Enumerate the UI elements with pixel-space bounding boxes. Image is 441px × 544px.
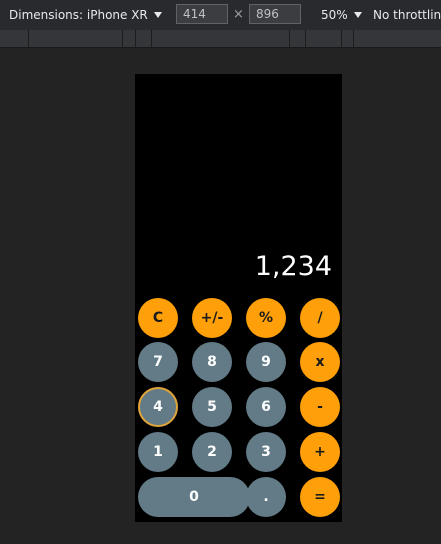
device-dimensions-dropdown[interactable]: Dimensions: iPhone XR xyxy=(9,0,162,30)
add-button[interactable]: + xyxy=(300,432,340,472)
media-query-ruler xyxy=(0,30,441,48)
zoom-dropdown[interactable]: 50% xyxy=(321,0,362,30)
zoom-label: 50% xyxy=(321,8,348,22)
digit-6-button[interactable]: 6 xyxy=(246,387,286,427)
ruler-tick xyxy=(122,30,123,48)
ruler-tick xyxy=(341,30,342,48)
device-viewport: 1,234 C +/- % / 7 8 9 x 4 5 6 - 1 2 3 + … xyxy=(135,74,342,522)
digit-5-button[interactable]: 5 xyxy=(192,387,232,427)
throttling-label: No throttlin xyxy=(373,8,441,22)
caret-down-icon xyxy=(153,12,162,18)
digit-3-button[interactable]: 3 xyxy=(246,432,286,472)
equals-button[interactable]: = xyxy=(300,477,340,517)
ruler-tick xyxy=(353,30,354,48)
ruler-tick xyxy=(151,30,152,48)
digit-7-button[interactable]: 7 xyxy=(138,342,178,382)
decimal-button[interactable]: . xyxy=(246,477,286,517)
throttling-dropdown[interactable]: No throttlin xyxy=(373,0,441,30)
divide-button[interactable]: / xyxy=(300,298,340,338)
digit-9-button[interactable]: 9 xyxy=(246,342,286,382)
digit-8-button[interactable]: 8 xyxy=(192,342,232,382)
devtools-device-toolbar: Dimensions: iPhone XR 414 × 896 50% No t… xyxy=(0,0,441,30)
digit-1-button[interactable]: 1 xyxy=(138,432,178,472)
multiply-button[interactable]: x xyxy=(300,342,340,382)
calculator-display: 1,234 xyxy=(254,251,332,282)
height-input[interactable]: 896 xyxy=(249,4,301,24)
width-input[interactable]: 414 xyxy=(176,4,228,24)
device-dimensions-label: Dimensions: iPhone XR xyxy=(9,8,148,22)
times-separator: × xyxy=(233,7,244,22)
ruler-tick xyxy=(289,30,290,48)
digit-2-button[interactable]: 2 xyxy=(192,432,232,472)
sign-toggle-button[interactable]: +/- xyxy=(192,298,232,338)
ruler-tick xyxy=(28,30,29,48)
ruler-tick xyxy=(135,30,136,48)
clear-button[interactable]: C xyxy=(138,298,178,338)
subtract-button[interactable]: - xyxy=(300,387,340,427)
caret-down-icon xyxy=(353,12,362,18)
digit-4-button[interactable]: 4 xyxy=(138,387,178,427)
digit-0-button[interactable]: 0 xyxy=(138,477,250,517)
percent-button[interactable]: % xyxy=(246,298,286,338)
ruler-tick xyxy=(305,30,306,48)
